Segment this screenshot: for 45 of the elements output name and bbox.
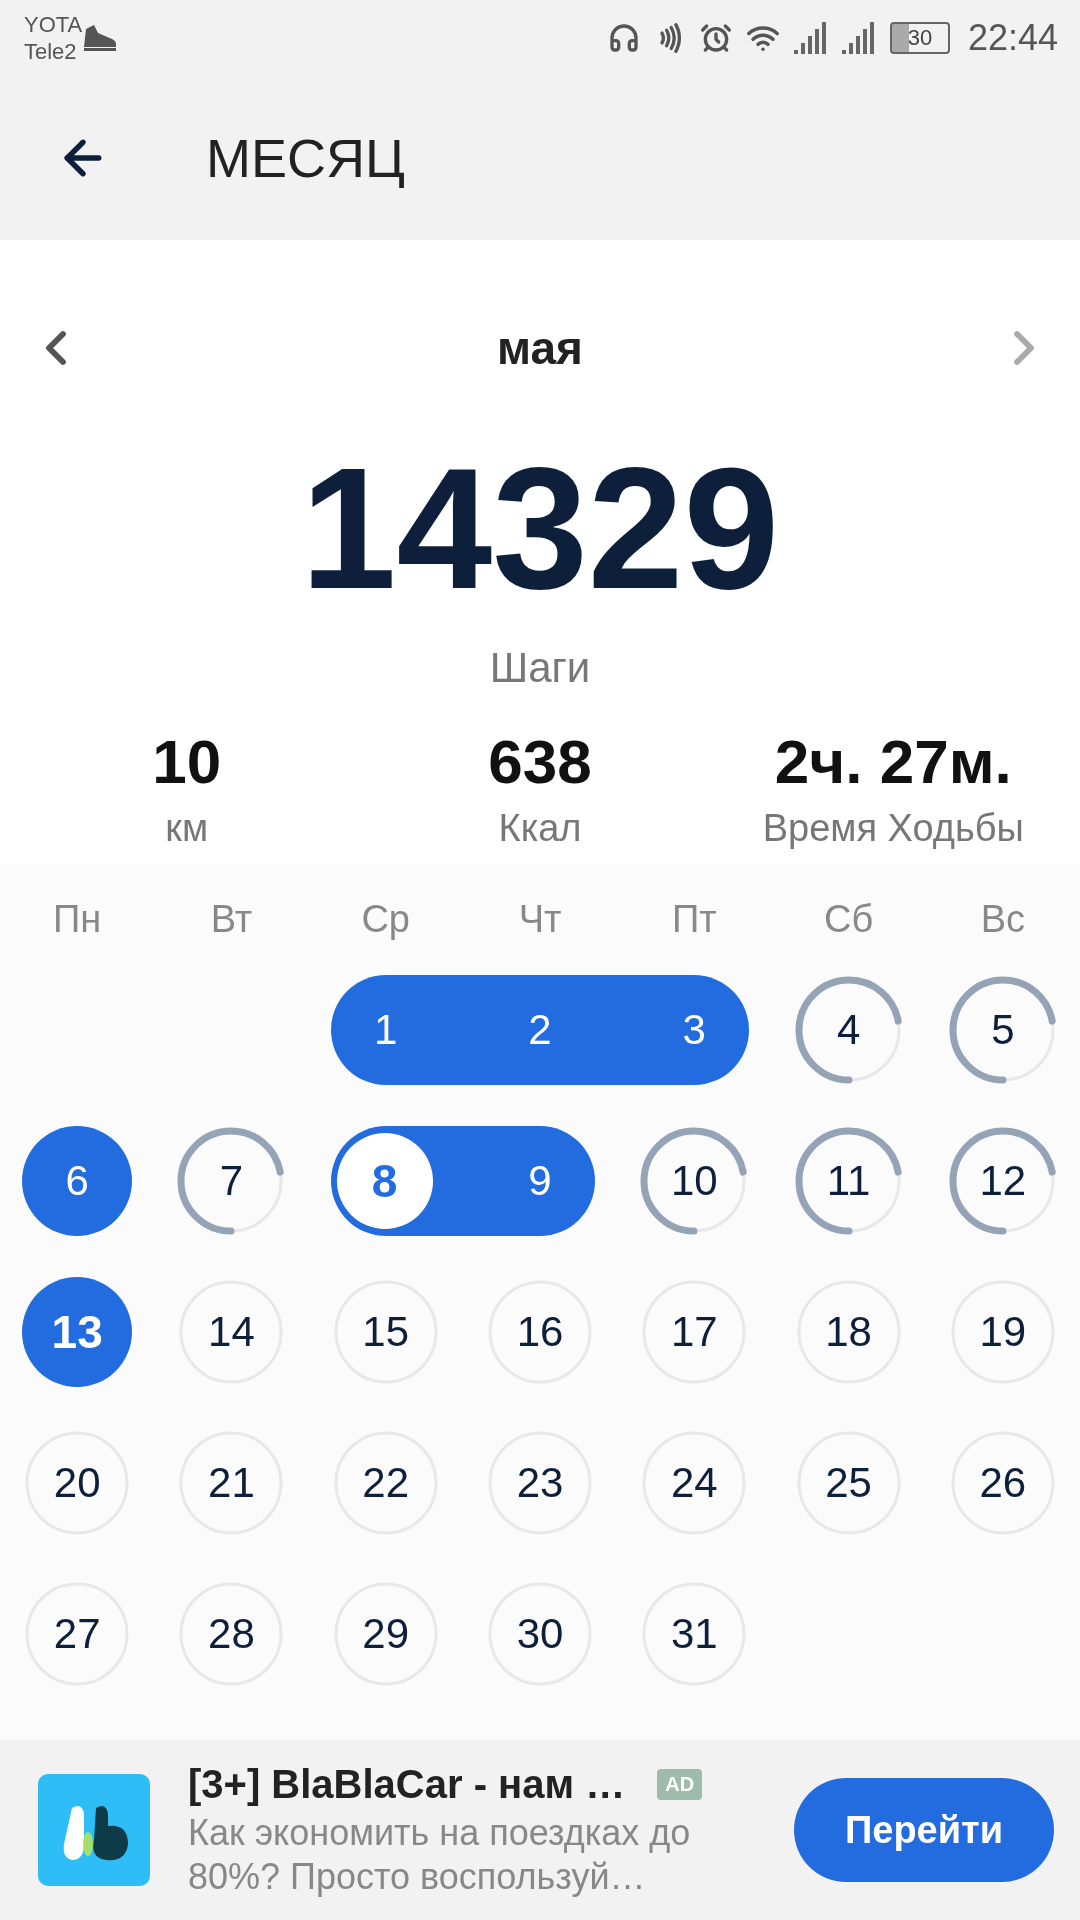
day-goal-marker[interactable]: 8 <box>330 1125 463 1236</box>
day-progress-ring[interactable]: 5 <box>947 974 1058 1085</box>
day-goal-marker[interactable]: 2 <box>462 974 618 1085</box>
day-goal-marker[interactable]: 9 <box>462 1125 596 1236</box>
carrier-name: Tele2 <box>24 37 78 65</box>
day-progress-ring[interactable]: 12 <box>947 1125 1058 1236</box>
day-progress-ring[interactable]: 10 <box>639 1125 750 1236</box>
day-goal-marker[interactable]: 13 <box>22 1276 133 1387</box>
carrier-name: YOTA <box>24 10 83 38</box>
stat-value: 638 <box>488 726 592 797</box>
day-goal-marker[interactable]: 3 <box>617 974 750 1085</box>
weekday-label: Вс <box>979 897 1027 941</box>
weekday-label: Ср <box>360 897 411 941</box>
app-logo-icon <box>38 1774 150 1886</box>
signal-icon <box>841 21 876 54</box>
signal-icon <box>793 21 828 54</box>
day-progress-ring[interactable]: 11 <box>793 1125 904 1236</box>
page-title: МЕСЯЦ <box>206 126 405 189</box>
ad-text: Как экономить на поездках до 80%? Просто воспользуй… <box>188 1810 692 1899</box>
alarm-icon <box>699 21 732 54</box>
battery-level: 30 <box>889 21 950 54</box>
stat-value: 10 <box>152 726 222 797</box>
clock-time: 22:44 <box>967 16 1058 59</box>
day-goal-marker[interactable]: 6 <box>22 1125 133 1236</box>
month-label: мая <box>497 321 583 375</box>
weekday-label: Вт <box>209 897 254 941</box>
steps-label: Шаги <box>488 644 592 692</box>
selected-day-circle[interactable]: 8 <box>336 1132 433 1229</box>
day-goal-marker[interactable]: 1 <box>330 974 463 1085</box>
stat-value: 2ч. 27м. <box>774 726 1012 797</box>
sneaker-icon <box>82 22 119 53</box>
weekday-label: Пт <box>670 897 718 941</box>
weekday-label: Сб <box>822 897 875 941</box>
open-button[interactable]: Перейти <box>794 1778 1054 1882</box>
weekday-label: Пн <box>52 897 103 941</box>
headphones-icon <box>607 21 640 54</box>
day-progress-ring[interactable]: 7 <box>176 1125 287 1236</box>
day-progress-ring[interactable]: 4 <box>793 974 904 1085</box>
ad-badge: AD <box>657 1768 703 1800</box>
ad-title: [3+] BlaBlaCar - нам … <box>188 1761 626 1807</box>
stat-label: км <box>165 807 209 850</box>
weekday-label: Чт <box>517 897 563 941</box>
stat-label: Время Ходьбы <box>762 807 1024 850</box>
stat-label: Ккал <box>498 807 582 850</box>
step-count: 14329 <box>299 438 781 618</box>
